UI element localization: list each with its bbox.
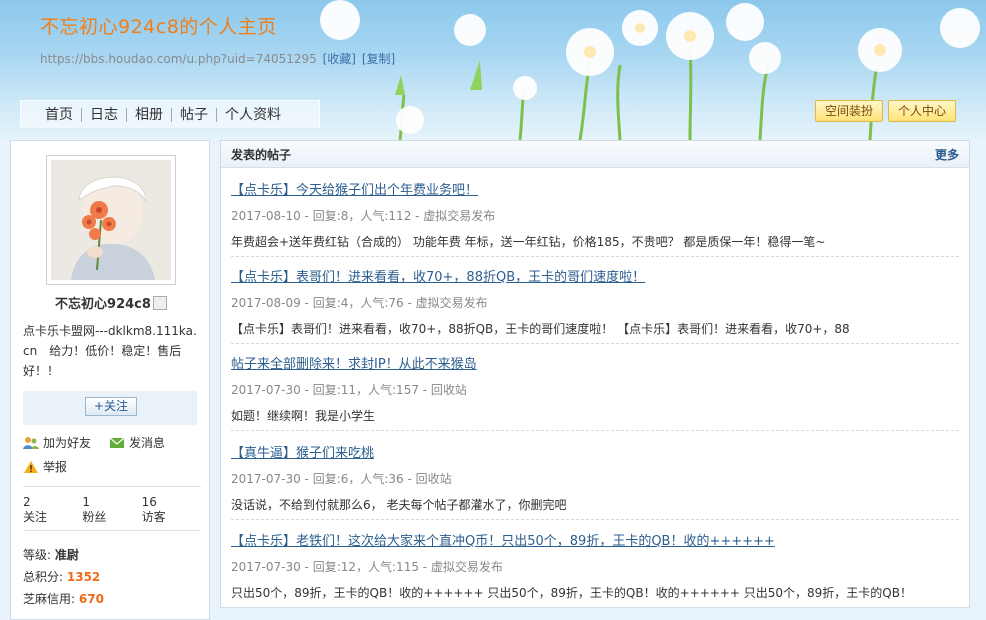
bookmark-link[interactable]: [收藏] [323, 52, 356, 66]
main-nav: 首页 日志 相册 帖子 个人资料 [20, 100, 320, 128]
post-title-link[interactable]: 帖子来全部删除来！求封IP！从此不来猴岛 [231, 353, 959, 372]
report-label: 举报 [43, 460, 68, 474]
stat-fans-label: 粉丝 [82, 510, 107, 524]
username: 不忘初心924c8 [11, 293, 211, 312]
warning-icon [24, 460, 38, 473]
points-row: 总积分: 1352 [23, 568, 100, 585]
add-friend-label: 加为好友 [43, 436, 92, 450]
copy-link[interactable]: [复制] [362, 52, 395, 66]
follow-button[interactable]: +关注 [85, 397, 137, 416]
nav-home[interactable]: 首页 [37, 107, 82, 122]
credit-row: 芝麻信用: 670 [23, 590, 104, 607]
stat-fans[interactable]: 1 粉丝 [82, 495, 141, 530]
header-actions: 空间装扮 个人中心 [814, 100, 956, 122]
page-title: 不忘初心924c8的个人主页 [40, 16, 277, 38]
stat-fans-value: 1 [82, 495, 90, 509]
post-meta: 2017-07-30 - 回复:12，人气:115 - 虚拟交易发布 [231, 560, 503, 574]
user-bio: 点卡乐卡盟网---dklkm8.111ka.cn 给力！低价！稳定！售后好！！ [23, 324, 197, 378]
message-icon [109, 437, 125, 448]
post-summary: 【点卡乐】表哥们！进来看看，收70+，88折QB，王卡的哥们速度啦！ 【点卡乐】… [231, 322, 850, 336]
points-label: 总积分: [23, 570, 64, 584]
post-title-link[interactable]: 【点卡乐】老铁们！这次给大家来个直冲Q币！只出50个，89折，王卡的QB！收的+… [231, 530, 959, 549]
profile-url: https://bbs.houdao.com/u.php?uid=7405129… [40, 50, 395, 67]
report-action[interactable]: 举报 [23, 458, 67, 475]
user-center-button[interactable]: 个人中心 [887, 100, 956, 122]
send-message-action[interactable]: 发消息 [109, 434, 165, 451]
post-meta: 2017-07-30 - 回复:6，人气:36 - 回收站 [231, 472, 452, 486]
post-title-link[interactable]: 【真牛逼】猴子们来吃桃 [231, 442, 959, 461]
add-friend-icon [23, 436, 39, 449]
post-title-link[interactable]: 【点卡乐】表哥们！进来看看，收70+，88折QB，王卡的哥们速度啦！ [231, 266, 959, 285]
stat-following-value: 2 [23, 495, 31, 509]
post-item: 【点卡乐】老铁们！这次给大家来个直冲Q币！只出50个，89折，王卡的QB！收的+… [231, 530, 959, 602]
post-meta: 2017-07-30 - 回复:11，人气:157 - 回收站 [231, 383, 467, 397]
post-summary: 如题！继续啊！我是小学生 [231, 409, 376, 423]
post-summary: 年费超会+送年费红钻（合成的） 功能年费 年标，送一年红钻，价格185，不贵吧？… [231, 235, 826, 249]
post-title-link[interactable]: 【点卡乐】今天给猴子们出个年费业务吧！ [231, 179, 959, 198]
send-message-label: 发消息 [129, 436, 166, 450]
username-text: 不忘初心924c8 [55, 297, 151, 312]
nav-blog[interactable]: 日志 [82, 107, 127, 122]
profile-url-text: https://bbs.houdao.com/u.php?uid=7405129… [40, 52, 317, 66]
stat-visitors[interactable]: 16 访客 [142, 495, 201, 530]
credit-value: 670 [78, 592, 104, 606]
more-link[interactable]: 更多 [935, 146, 959, 163]
stat-following[interactable]: 2 关注 [23, 495, 82, 530]
card-icon[interactable] [152, 296, 167, 310]
avatar[interactable] [46, 155, 176, 285]
post-item: 【点卡乐】表哥们！进来看看，收70+，88折QB，王卡的哥们速度啦！ 2017-… [231, 266, 959, 344]
avatar-image [51, 160, 171, 280]
post-meta: 2017-08-09 - 回复:4，人气:76 - 虚拟交易发布 [231, 296, 488, 310]
user-stats: 2 关注 1 粉丝 16 访客 [23, 486, 201, 531]
posts-panel: 发表的帖子 更多 【点卡乐】今天给猴子们出个年费业务吧！ 2017-08-10 … [220, 140, 970, 608]
points-value: 1352 [66, 570, 101, 584]
nav-posts[interactable]: 帖子 [172, 107, 217, 122]
stat-following-label: 关注 [23, 510, 48, 524]
nav-album[interactable]: 相册 [127, 107, 172, 122]
level-value: 准尉 [54, 548, 79, 562]
posts-panel-title: 发表的帖子 [231, 147, 292, 162]
stat-visitors-value: 16 [141, 495, 157, 509]
level-row: 等级: 准尉 [23, 546, 79, 563]
nav-profile[interactable]: 个人资料 [217, 108, 289, 122]
posts-panel-header: 发表的帖子 更多 [221, 141, 969, 168]
page-header: 不忘初心924c8的个人主页 https://bbs.houdao.com/u.… [0, 0, 986, 140]
level-label: 等级: [23, 548, 52, 562]
follow-area: +关注 [23, 391, 197, 425]
post-item: 【点卡乐】今天给猴子们出个年费业务吧！ 2017-08-10 - 回复:8，人气… [231, 179, 959, 257]
post-item: 帖子来全部删除来！求封IP！从此不来猴岛 2017-07-30 - 回复:11，… [231, 353, 959, 431]
stat-visitors-label: 访客 [141, 510, 166, 524]
post-meta: 2017-08-10 - 回复:8，人气:112 - 虚拟交易发布 [231, 209, 496, 223]
credit-label: 芝麻信用: [23, 592, 76, 606]
post-summary: 只出50个，89折，王卡的QB！收的++++++ 只出50个，89折，王卡的QB… [231, 586, 912, 600]
add-friend-action[interactable]: 加为好友 [23, 434, 91, 451]
space-decorate-button[interactable]: 空间装扮 [814, 100, 883, 122]
post-summary: 没话说，不给到付就那么6， 老夫每个帖子都灌水了，你删完吧 [231, 498, 567, 512]
post-item: 【真牛逼】猴子们来吃桃 2017-07-30 - 回复:6，人气:36 - 回收… [231, 442, 959, 520]
profile-sidebar: 不忘初心924c8 点卡乐卡盟网---dklkm8.111ka.cn 给力！低价… [10, 140, 210, 620]
